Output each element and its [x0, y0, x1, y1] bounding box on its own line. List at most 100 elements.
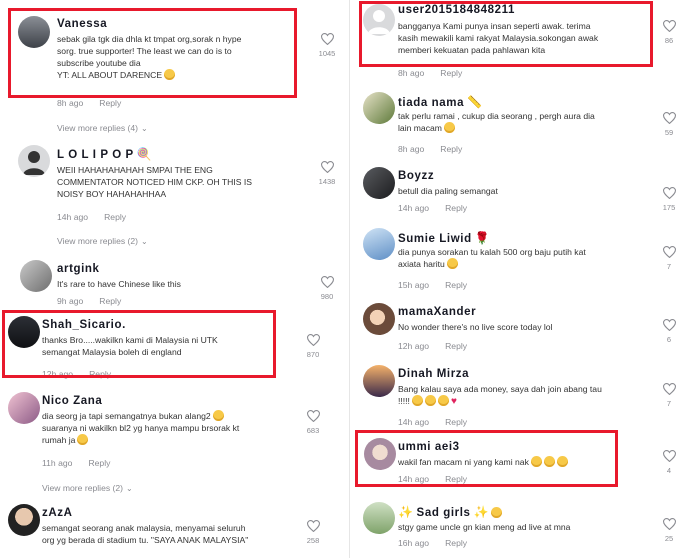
avatar[interactable]	[8, 504, 40, 536]
reply-button[interactable]: Reply	[445, 474, 467, 484]
comment-username[interactable]: ✨ Sad girls ✨	[398, 505, 503, 519]
reply-button[interactable]: Reply	[99, 296, 121, 306]
chevron-down-icon: ⌄	[141, 124, 148, 133]
like-button[interactable]: 6	[649, 319, 689, 344]
like-count: 870	[306, 350, 320, 359]
like-button[interactable]: 683	[293, 410, 333, 435]
like-count: 258	[306, 536, 320, 545]
like-count: 683	[306, 426, 320, 435]
grin-emoji-icon	[212, 410, 224, 421]
heart-icon	[320, 276, 334, 288]
like-button[interactable]: 1045	[307, 33, 347, 58]
comment-username[interactable]: Shah_Sicario.	[42, 319, 126, 331]
like-count: 4	[666, 466, 672, 475]
cry-emoji-icon	[411, 395, 423, 406]
avatar[interactable]	[363, 92, 395, 124]
reply-button[interactable]: Reply	[445, 341, 467, 351]
like-button[interactable]: 7	[649, 246, 689, 271]
heart-icon	[320, 33, 334, 45]
avatar[interactable]	[8, 392, 40, 424]
comment-username[interactable]: Nico Zana	[42, 395, 102, 407]
reply-button[interactable]: Reply	[89, 369, 111, 379]
avatar[interactable]	[364, 438, 396, 470]
comment-username[interactable]: Dinah Mirza	[398, 368, 469, 380]
avatar[interactable]	[363, 167, 395, 199]
like-button[interactable]: 4	[649, 450, 689, 475]
reply-button[interactable]: Reply	[104, 212, 126, 222]
comment-username[interactable]: ummi aei3	[398, 441, 460, 453]
comment-username[interactable]: L O L I P O P 🍭	[57, 147, 152, 161]
avatar[interactable]	[363, 4, 395, 36]
comment-meta: 14h ago Reply	[398, 203, 468, 213]
comment-meta: 11h ago Reply	[42, 458, 111, 468]
reply-button[interactable]: Reply	[445, 280, 467, 290]
like-button[interactable]: 258	[293, 520, 333, 545]
default-user-icon	[368, 10, 390, 34]
reply-button[interactable]: Reply	[445, 538, 467, 548]
comment-username[interactable]: Vanessa	[57, 18, 107, 30]
avatar[interactable]	[8, 316, 40, 348]
avatar[interactable]	[363, 365, 395, 397]
heart-icon	[662, 187, 676, 199]
comment-text: thanks Bro.....wakilkn kami di Malaysia …	[42, 335, 218, 357]
heart-icon	[662, 450, 676, 462]
like-button[interactable]: 175	[649, 187, 689, 212]
comment-meta: 14h ago Reply	[398, 417, 468, 427]
comment-text: It's rare to have Chinese like this	[57, 279, 181, 289]
like-count: 1438	[318, 177, 336, 186]
comment-text: dia seorg ja tapi semangatnya bukan alan…	[42, 410, 240, 445]
comment-username[interactable]: artgink	[57, 263, 100, 275]
like-count: 1045	[318, 49, 336, 58]
comment-text: tak perlu ramai , cukup dia seorang , pe…	[398, 111, 595, 133]
comment-text: Bang kalau saya ada money, saya dah join…	[398, 384, 602, 407]
comment-meta: 14h ago Reply	[57, 212, 127, 222]
rose-emoji-icon: 🌹	[474, 231, 491, 245]
comment-username[interactable]: Boyzz	[398, 170, 434, 182]
like-button[interactable]: 59	[649, 112, 689, 137]
cry-emoji-icon	[437, 395, 449, 406]
heart-icon	[662, 246, 676, 258]
laugh-emoji-icon	[556, 456, 568, 467]
like-button[interactable]: 86	[649, 20, 689, 45]
avatar[interactable]	[18, 145, 50, 177]
comments-column-right: user2015184848211 bangganya Kami punya i…	[350, 0, 699, 558]
view-more-replies-button[interactable]: View more replies (2) ⌄	[42, 483, 133, 493]
reply-button[interactable]: Reply	[440, 144, 462, 154]
reply-button[interactable]: Reply	[99, 98, 121, 108]
comment-text: No wonder there's no live score today lo…	[398, 322, 553, 332]
comment-username[interactable]: user2015184848211	[398, 4, 515, 16]
like-count: 7	[666, 399, 672, 408]
reply-button[interactable]: Reply	[445, 203, 467, 213]
heart-icon	[662, 319, 676, 331]
like-button[interactable]: 25	[649, 518, 689, 543]
like-button[interactable]: 980	[307, 276, 347, 301]
view-more-replies-button[interactable]: View more replies (4) ⌄	[57, 123, 148, 133]
grin-emoji-icon	[446, 258, 458, 269]
reply-button[interactable]: Reply	[440, 68, 462, 78]
comments-column-left: Vanessa sebak gila tgk dia dhla kt tmpat…	[0, 0, 349, 558]
like-button[interactable]: 1438	[307, 161, 347, 186]
comment-username[interactable]: tiada nama 📏	[398, 95, 483, 109]
like-button[interactable]: 7	[649, 383, 689, 408]
lollipop-emoji-icon: 🍭	[136, 147, 153, 161]
comment-username[interactable]: Sumie Liwid 🌹	[398, 231, 490, 245]
avatar[interactable]	[18, 16, 50, 48]
avatar[interactable]	[363, 502, 395, 534]
comment-text: bangganya Kami punya insan seperti awak.…	[398, 21, 599, 55]
comment-text: dia punya sorakan tu kalah 500 org baju …	[398, 247, 586, 269]
avatar[interactable]	[363, 303, 395, 335]
comment-meta: 14h ago Reply	[398, 474, 468, 484]
comment-text: betull dia paling semangat	[398, 186, 498, 196]
comment-username[interactable]: zAzA	[42, 507, 73, 519]
chevron-down-icon: ⌄	[141, 237, 148, 246]
like-button[interactable]: 870	[293, 334, 333, 359]
reply-button[interactable]: Reply	[445, 417, 467, 427]
avatar[interactable]	[20, 260, 52, 292]
heart-icon	[662, 383, 676, 395]
view-more-replies-button[interactable]: View more replies (2) ⌄	[57, 236, 148, 246]
comment-meta: 12h ago Reply	[398, 341, 468, 351]
reply-button[interactable]: Reply	[88, 458, 110, 468]
avatar[interactable]	[363, 228, 395, 260]
laugh-emoji-icon	[530, 456, 542, 467]
comment-username[interactable]: mamaXander	[398, 306, 476, 318]
